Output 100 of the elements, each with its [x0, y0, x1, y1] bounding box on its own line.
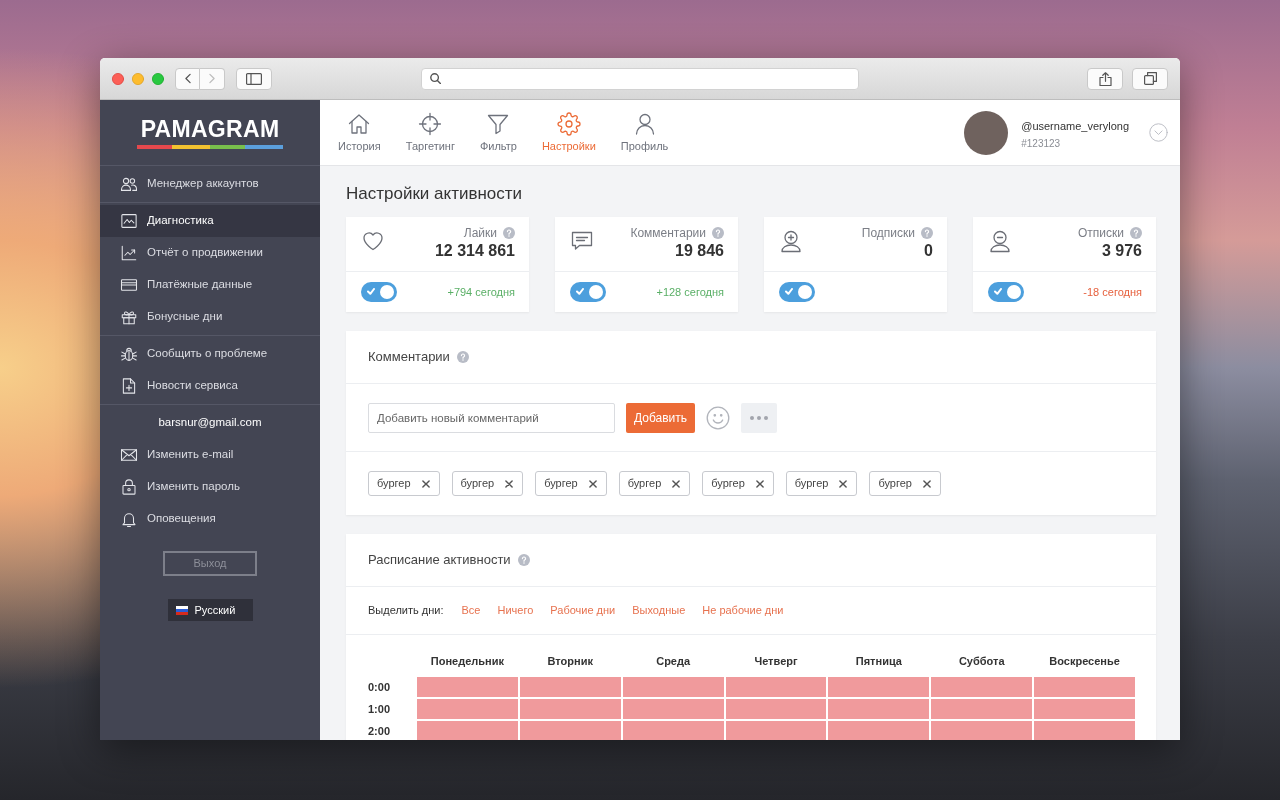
line-chart-icon — [120, 212, 138, 230]
person-plus-icon — [779, 229, 803, 253]
more-button[interactable] — [741, 402, 777, 433]
smiley-icon[interactable] — [706, 405, 730, 430]
schedule-cell[interactable] — [725, 721, 827, 740]
bell-icon — [120, 510, 138, 528]
share-button[interactable] — [1087, 67, 1123, 90]
account-email: barsnur@gmail.com — [158, 415, 262, 431]
comment-input[interactable]: Добавить новый комментарий — [368, 402, 615, 433]
day-header: Вторник — [547, 655, 593, 667]
schedule-cell[interactable] — [828, 677, 930, 697]
filter-link[interactable]: Все — [461, 602, 481, 619]
close-icon[interactable] — [672, 479, 681, 488]
help-icon[interactable] — [1130, 227, 1142, 239]
help-icon[interactable] — [517, 554, 530, 566]
toggle-switch[interactable] — [779, 282, 815, 302]
schedule-cell[interactable] — [931, 677, 1033, 697]
filter-link[interactable]: Не рабочие дни — [702, 602, 784, 619]
schedule-cell[interactable] — [1034, 677, 1135, 697]
tag-label: бургер — [544, 476, 578, 492]
sidebar-item[interactable]: Диагностика — [100, 205, 320, 237]
help-icon[interactable] — [921, 227, 933, 239]
gift-icon — [120, 308, 138, 326]
tag-label: бургер — [878, 476, 912, 492]
schedule-cell[interactable] — [519, 677, 621, 697]
schedule-cell[interactable] — [725, 699, 827, 719]
share-icon — [1098, 71, 1112, 86]
credit-card-icon — [120, 276, 138, 294]
language-button[interactable]: Русский — [167, 599, 253, 621]
sidebar-button[interactable] — [236, 67, 272, 90]
time-label: 2:00 — [368, 725, 391, 737]
maximize-icon[interactable] — [152, 72, 164, 85]
stat-value: 12 314 861 — [434, 241, 515, 261]
schedule-cell[interactable] — [622, 677, 724, 697]
crosshair-icon — [418, 112, 443, 136]
close-icon[interactable] — [588, 479, 597, 488]
schedule-cell[interactable] — [725, 677, 827, 697]
time-label: 1:00 — [368, 703, 391, 715]
envelope-icon — [120, 446, 138, 464]
sidebar-item[interactable]: Сообщить о проблеме — [100, 338, 320, 370]
sidebar-item[interactable]: Бонусные дни — [100, 301, 320, 333]
filter-link[interactable]: Выходные — [632, 602, 686, 619]
nav-tab[interactable]: История — [338, 112, 381, 153]
help-icon[interactable] — [456, 351, 469, 363]
toggle-switch[interactable] — [361, 282, 397, 302]
schedule-cell[interactable] — [417, 721, 518, 740]
minimize-icon[interactable] — [132, 72, 144, 85]
help-icon[interactable] — [712, 227, 724, 239]
sidebar-item[interactable]: Оповещения — [100, 503, 320, 535]
tabs-button[interactable] — [1132, 67, 1168, 90]
document-plus-icon — [120, 377, 138, 395]
sidebar-item[interactable]: Платёжные данные — [100, 269, 320, 301]
schedule-cell[interactable] — [622, 721, 724, 740]
close-icon[interactable] — [922, 479, 931, 488]
day-header: Четверг — [754, 655, 798, 667]
close-icon[interactable] — [755, 479, 764, 488]
lock-icon — [120, 478, 138, 496]
toggle-switch[interactable] — [570, 282, 606, 302]
sidebar-item[interactable]: Изменить e-mail — [100, 439, 320, 471]
chat-icon — [570, 229, 594, 253]
close-icon[interactable] — [421, 479, 430, 488]
back-button[interactable] — [175, 67, 200, 90]
sidebar-item[interactable]: Новости сервиса — [100, 370, 320, 402]
username: @username_verylong — [1021, 119, 1129, 132]
toggle-switch[interactable] — [988, 282, 1024, 302]
schedule-cell[interactable] — [519, 699, 621, 719]
sidebar-item[interactable]: Изменить пароль — [100, 471, 320, 503]
day-header: Пятница — [855, 655, 902, 667]
sidebar-icon — [246, 72, 262, 85]
address-bar[interactable] — [421, 67, 859, 90]
nav-tab[interactable]: Профиль — [620, 112, 669, 153]
tag-label: бургер — [627, 476, 662, 492]
nav-tab[interactable]: Настройки — [541, 112, 596, 153]
sidebar-item[interactable]: Менеджер аккаунтов — [100, 168, 320, 200]
day-header: Понедельник — [430, 655, 504, 667]
help-icon[interactable] — [503, 227, 515, 239]
schedule-cell[interactable] — [931, 699, 1033, 719]
close-window-icon[interactable] — [112, 72, 124, 85]
schedule-cell[interactable] — [828, 721, 930, 740]
logout-button[interactable]: Выход — [163, 551, 257, 576]
bug-icon — [120, 345, 138, 363]
schedule-cell[interactable] — [931, 721, 1033, 740]
schedule-cell[interactable] — [417, 699, 518, 719]
schedule-cell[interactable] — [1034, 721, 1135, 740]
filter-link[interactable]: Ничего — [497, 602, 534, 619]
schedule-cell[interactable] — [417, 677, 518, 697]
schedule-cell[interactable] — [519, 721, 621, 740]
ellipsis-icon — [750, 415, 768, 420]
nav-tab[interactable]: Фильтр — [479, 112, 517, 153]
schedule-cell[interactable] — [828, 699, 930, 719]
schedule-cell[interactable] — [622, 699, 724, 719]
filter-link[interactable]: Рабочие дни — [550, 602, 616, 619]
sidebar-item[interactable]: Отчёт о продвижении — [100, 237, 320, 269]
close-icon[interactable] — [505, 479, 514, 488]
funnel-icon — [486, 112, 511, 136]
nav-tab[interactable]: Таргетинг — [405, 112, 455, 153]
add-button[interactable]: Добавить — [626, 402, 695, 433]
chevron-down-icon[interactable] — [1149, 123, 1168, 142]
close-icon[interactable] — [839, 479, 848, 488]
schedule-cell[interactable] — [1034, 699, 1135, 719]
